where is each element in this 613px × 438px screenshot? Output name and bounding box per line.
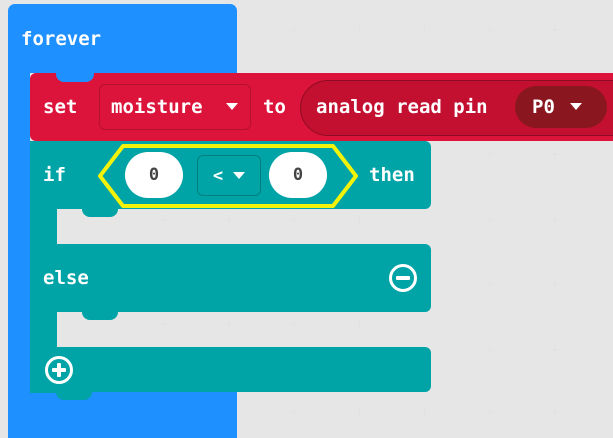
set-label: set: [43, 96, 78, 118]
analog-read-pin-label: analog read pin: [316, 96, 488, 118]
right-number-input[interactable]: 0: [269, 152, 327, 198]
forever-block-footer[interactable]: [8, 392, 237, 438]
pin-dropdown[interactable]: [515, 86, 607, 128]
pin-value: P0: [532, 96, 555, 118]
then-label: then: [369, 164, 415, 186]
dropdown-caret-icon: [226, 103, 238, 110]
forever-block-spine[interactable]: [8, 60, 30, 400]
if-block-bottom-notch: [56, 392, 92, 400]
if-label: if: [43, 164, 66, 186]
to-label: to: [263, 96, 286, 118]
else-block-header[interactable]: [30, 244, 431, 312]
variable-name: moisture: [111, 96, 203, 118]
else-slot[interactable]: [82, 312, 118, 320]
comparison-operator-dropdown[interactable]: <: [197, 155, 261, 196]
if-block-footer[interactable]: [30, 347, 431, 392]
if-then-slot[interactable]: [82, 209, 118, 217]
add-else-icon[interactable]: [45, 356, 73, 384]
remove-else-icon[interactable]: [389, 264, 417, 292]
else-label: else: [43, 267, 89, 289]
set-block-notch: [56, 73, 94, 82]
forever-label: forever: [21, 28, 102, 50]
operator-value: <: [212, 165, 224, 186]
left-number-input[interactable]: 0: [125, 152, 183, 198]
dropdown-caret-icon: [570, 103, 582, 110]
dropdown-caret-icon: [233, 172, 246, 179]
